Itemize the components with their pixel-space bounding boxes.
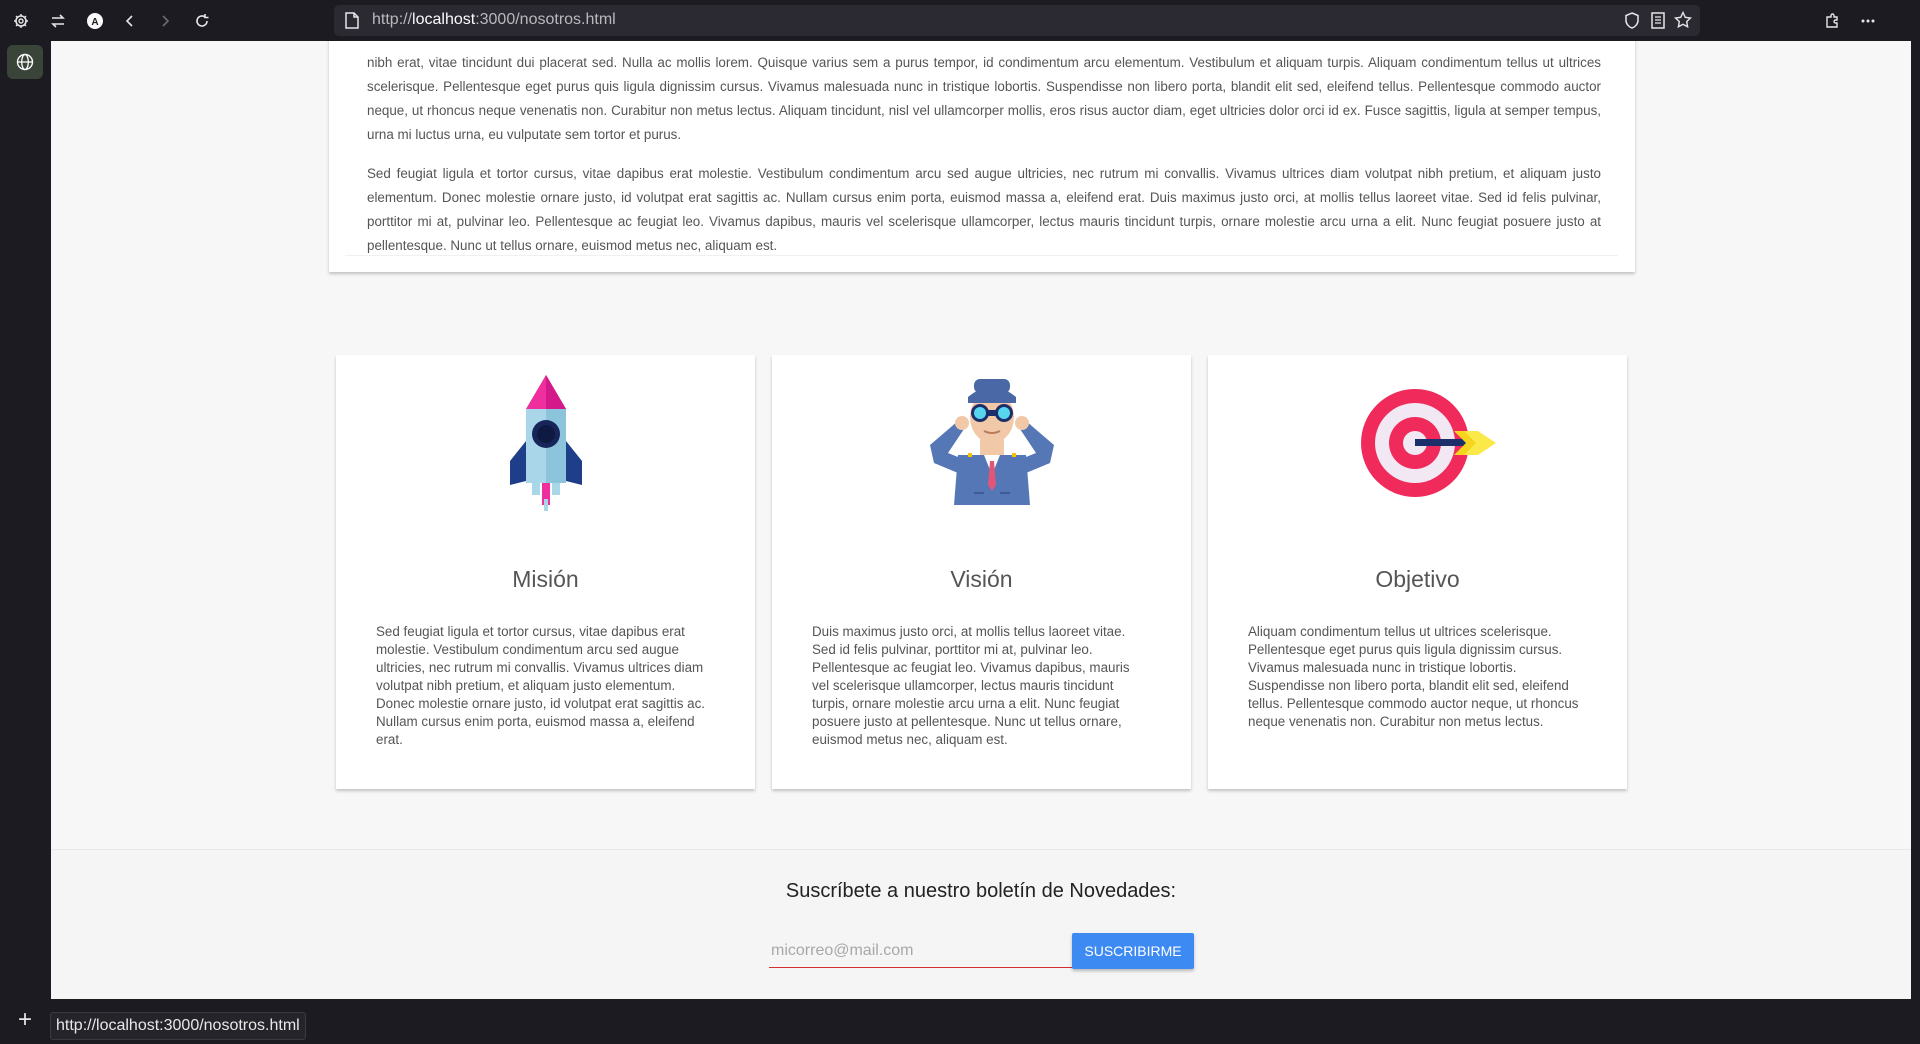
subscribe-button[interactable]: SUSCRIBIRME [1072, 933, 1194, 969]
url-text[interactable]: http://localhost:3000/nosotros.html [372, 11, 616, 29]
forward-icon[interactable] [152, 8, 178, 34]
card-text: Duis maximus justo orci, at mollis tellu… [812, 624, 1130, 747]
email-field[interactable] [769, 935, 1075, 968]
rocket-icon [510, 375, 582, 511]
card-vision: Visión Duis maximus justo orci, at molli… [772, 355, 1191, 789]
browser-toolbar: A http://localhost:3000/nosotros.html [0, 0, 1920, 41]
sync-tabs-icon[interactable] [45, 8, 71, 34]
card-text: Aliquam condimentum tellus ut ultrices s… [1248, 624, 1579, 729]
address-bar[interactable]: http://localhost:3000/nosotros.html [334, 5, 1700, 36]
svg-text:A: A [91, 17, 98, 28]
page-viewport: nibh erat, vitae tincidunt dui placerat … [51, 41, 1911, 999]
intro-card: nibh erat, vitae tincidunt dui placerat … [329, 41, 1635, 272]
card-mision: Misión Sed feugiat ligula et tortor curs… [336, 355, 755, 789]
card-text: Sed feugiat ligula et tortor cursus, vit… [376, 624, 705, 747]
settings-icon[interactable] [8, 8, 34, 34]
newsletter-section: Suscríbete a nuestro boletín de Novedade… [51, 849, 1911, 999]
intro-paragraph-1: nibh erat, vitae tincidunt dui placerat … [367, 55, 1601, 142]
back-icon[interactable] [117, 8, 143, 34]
extensions-icon[interactable] [1819, 8, 1845, 34]
bookmark-star-icon[interactable] [1673, 10, 1693, 34]
status-url: http://localhost:3000/nosotros.html [50, 1012, 306, 1040]
add-icon[interactable]: + [12, 1006, 38, 1033]
reload-icon[interactable] [189, 8, 215, 34]
page-icon [345, 12, 359, 34]
card-title: Visión [950, 566, 1013, 592]
intro-paragraph-2: Sed feugiat ligula et tortor cursus, vit… [367, 166, 1601, 253]
card-title: Misión [512, 566, 579, 592]
globe-icon[interactable] [7, 45, 43, 79]
card-title: Objetivo [1375, 566, 1460, 592]
reader-view-icon[interactable] [1651, 12, 1665, 34]
newsletter-title: Suscríbete a nuestro boletín de Novedade… [785, 880, 1177, 902]
binoculars-man-icon [930, 379, 1054, 505]
menu-icon[interactable] [1855, 8, 1881, 34]
target-icon [1361, 389, 1496, 497]
browser-sidebar: + [0, 41, 50, 1044]
account-icon[interactable]: A [82, 8, 108, 34]
shield-icon[interactable] [1624, 12, 1640, 34]
card-objetivo: Objetivo Aliquam condimentum tellus ut u… [1208, 355, 1627, 789]
